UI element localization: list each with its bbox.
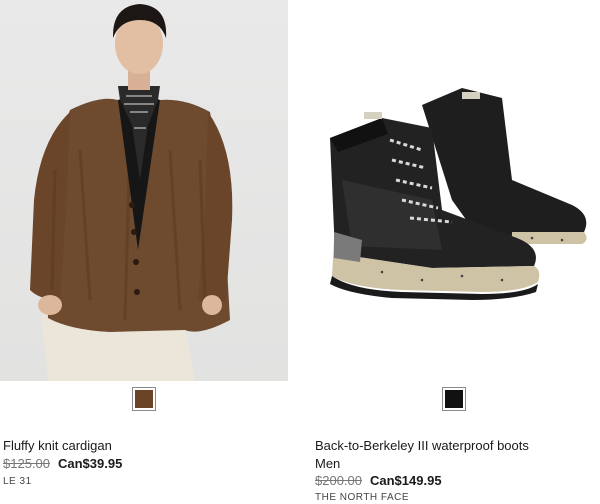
original-price: $200.00 [315, 473, 362, 488]
product-card-boots[interactable]: Back-to-Berkeley III waterproof boots Me… [312, 0, 600, 504]
color-swatch-black[interactable] [442, 387, 466, 411]
color-swatch-brown[interactable] [132, 387, 156, 411]
swatch-chip [445, 390, 463, 408]
sale-price: Can$39.95 [58, 456, 123, 471]
product-image-cardigan[interactable] [0, 0, 288, 381]
price-row: $200.00 Can$149.95 [315, 473, 442, 489]
model-illustration [30, 4, 233, 381]
product-image-boots[interactable] [312, 0, 600, 381]
product-card-cardigan[interactable]: Fluffy knit cardigan $125.00 Can$39.95 LE… [0, 0, 288, 504]
price-row: $125.00 Can$39.95 [3, 456, 122, 472]
brand-name: LE 31 [3, 476, 32, 487]
sale-price: Can$149.95 [370, 473, 442, 488]
swatch-chip [135, 390, 153, 408]
boots-illustration [330, 88, 587, 300]
product-grid: Fluffy knit cardigan $125.00 Can$39.95 LE… [0, 0, 600, 504]
brand-name: THE NORTH FACE [315, 492, 410, 503]
product-name[interactable]: Back-to-Berkeley III waterproof boots [315, 438, 529, 454]
original-price: $125.00 [3, 456, 50, 471]
product-name[interactable]: Fluffy knit cardigan [3, 438, 112, 454]
product-category: Men [315, 456, 341, 471]
